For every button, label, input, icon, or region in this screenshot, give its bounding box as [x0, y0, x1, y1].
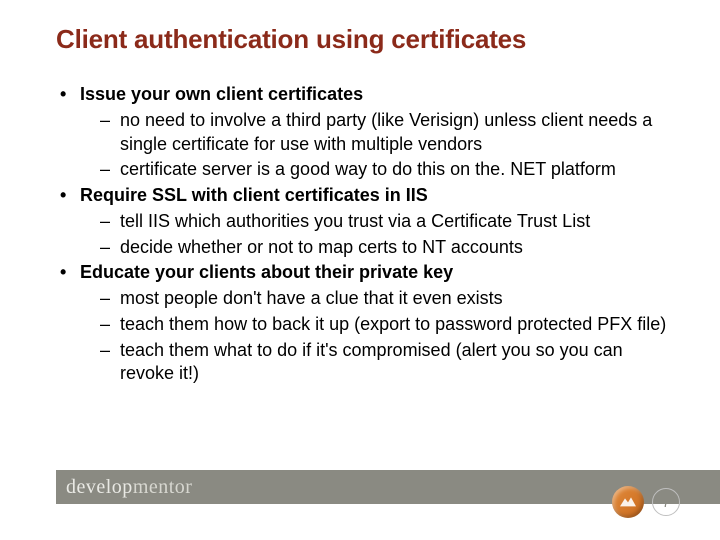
brand-logo: developmentor	[66, 476, 192, 499]
slide-content: Issue your own client certificates no ne…	[56, 83, 680, 386]
slide-title: Client authentication using certificates	[56, 24, 680, 55]
brand-part-a: develop	[66, 476, 133, 498]
slide: Client authentication using certificates…	[0, 0, 720, 540]
page-indicator: 7	[612, 486, 680, 518]
brand-part-b: mentor	[133, 476, 193, 498]
mountain-icon	[612, 486, 644, 518]
bullet-list: Issue your own client certificates no ne…	[56, 83, 680, 386]
sub-bullet-item: tell IIS which authorities you trust via…	[56, 210, 680, 234]
bullet-item: Require SSL with client certificates in …	[56, 184, 680, 208]
sub-bullet-item: no need to involve a third party (like V…	[56, 109, 680, 157]
sub-bullet-item: most people don't have a clue that it ev…	[56, 287, 680, 311]
sub-bullet-item: decide whether or not to map certs to NT…	[56, 236, 680, 260]
footer-gap	[0, 470, 56, 504]
bullet-item: Educate your clients about their private…	[56, 261, 680, 285]
sub-bullet-item: teach them what to do if it's compromise…	[56, 339, 680, 387]
page-number: 7	[652, 488, 680, 516]
sub-bullet-item: certificate server is a good way to do t…	[56, 158, 680, 182]
sub-bullet-item: teach them how to back it up (export to …	[56, 313, 680, 337]
bullet-item: Issue your own client certificates	[56, 83, 680, 107]
